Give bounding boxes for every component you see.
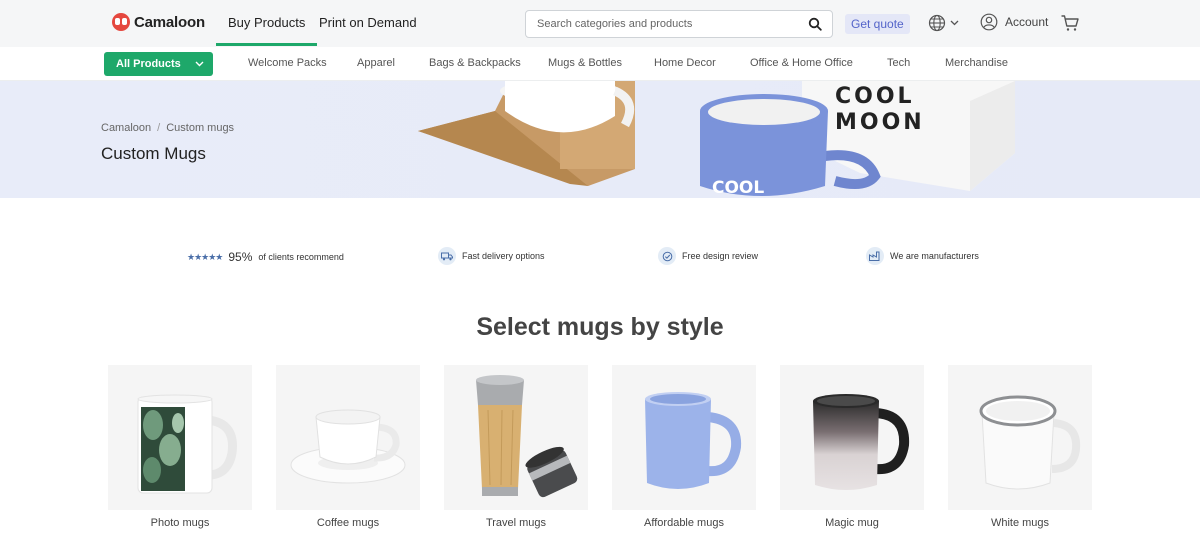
product-card-photo-mugs[interactable] bbox=[108, 365, 252, 510]
coffee-mug-image bbox=[290, 409, 406, 484]
chevron-down-icon bbox=[950, 20, 959, 26]
product-card-white-mugs[interactable] bbox=[948, 365, 1092, 510]
tab-buy-products[interactable]: Buy Products bbox=[215, 15, 318, 46]
hero-image: COOL MOON COOL bbox=[418, 81, 1015, 198]
nav-link-mugs-bottles[interactable]: Mugs & Bottles bbox=[548, 57, 622, 69]
box-brand-top: COOL bbox=[835, 84, 915, 109]
card-label-travel-mugs[interactable]: Travel mugs bbox=[444, 517, 588, 529]
category-nav: All Products Welcome Packs Apparel Bags … bbox=[0, 47, 1200, 81]
breadcrumb-current: Custom mugs bbox=[166, 122, 235, 134]
top-bar: Camaloon Buy Products Print on Demand Ge… bbox=[0, 0, 1200, 47]
manufacturers-feature: We are manufacturers bbox=[866, 247, 979, 265]
search-box bbox=[525, 10, 833, 38]
fast-delivery-feature: Fast delivery options bbox=[438, 247, 545, 265]
affordable-mug-image bbox=[645, 392, 742, 489]
fast-delivery-text: Fast delivery options bbox=[462, 251, 545, 261]
badge-check-icon bbox=[658, 247, 676, 265]
all-products-button[interactable]: All Products bbox=[104, 52, 213, 76]
box-brand-bottom: MOON bbox=[835, 110, 925, 135]
rating-stars: ★★★★★ bbox=[187, 251, 223, 262]
white-mug-image bbox=[979, 395, 1081, 490]
rating-feature: ★★★★★ 95% of clients recommend bbox=[187, 250, 344, 264]
nav-link-tech[interactable]: Tech bbox=[887, 57, 910, 69]
mug-brand: COOL bbox=[712, 178, 764, 198]
nav-link-bags-backpacks[interactable]: Bags & Backpacks bbox=[429, 57, 521, 69]
card-label-magic-mug[interactable]: Magic mug bbox=[780, 517, 924, 529]
language-selector[interactable] bbox=[928, 13, 962, 33]
breadcrumb-home[interactable]: Camaloon bbox=[101, 122, 151, 134]
card-label-affordable-mugs[interactable]: Affordable mugs bbox=[612, 517, 756, 529]
account-link[interactable]: Account bbox=[980, 13, 1048, 31]
rating-text: of clients recommend bbox=[258, 252, 344, 262]
product-card-magic-mug[interactable] bbox=[780, 365, 924, 510]
nav-link-office[interactable]: Office & Home Office bbox=[750, 57, 853, 69]
hero-banner: Camaloon / Custom mugs Custom Mugs COOL MO… bbox=[0, 81, 1200, 198]
card-label-white-mugs[interactable]: White mugs bbox=[948, 517, 1092, 529]
cart-icon[interactable] bbox=[1060, 13, 1080, 33]
account-label: Account bbox=[1005, 15, 1049, 29]
photo-mug-image bbox=[137, 394, 237, 494]
search-input[interactable] bbox=[526, 11, 796, 37]
product-card-coffee-mugs[interactable] bbox=[276, 365, 420, 510]
all-products-label: All Products bbox=[116, 58, 181, 70]
page-title: Custom Mugs bbox=[101, 144, 206, 163]
get-quote-button[interactable]: Get quote bbox=[845, 14, 910, 34]
product-card-travel-mugs[interactable] bbox=[444, 365, 588, 510]
logo-icon bbox=[112, 13, 130, 31]
tab-print-on-demand[interactable]: Print on Demand bbox=[319, 15, 417, 30]
search-icon[interactable] bbox=[808, 17, 822, 31]
section-title: Select mugs by style bbox=[476, 313, 724, 341]
travel-mug-image bbox=[476, 375, 578, 498]
factory-icon bbox=[866, 247, 884, 265]
card-label-coffee-mugs[interactable]: Coffee mugs bbox=[276, 517, 420, 529]
rating-percentage: 95% bbox=[228, 250, 253, 264]
product-card-affordable-mugs[interactable] bbox=[612, 365, 756, 510]
nav-link-welcome-packs[interactable]: Welcome Packs bbox=[248, 57, 327, 69]
manufacturers-text: We are manufacturers bbox=[890, 251, 979, 261]
breadcrumb: Camaloon / Custom mugs bbox=[101, 122, 234, 134]
truck-icon bbox=[438, 247, 456, 265]
card-label-photo-mugs[interactable]: Photo mugs bbox=[108, 517, 252, 529]
logo[interactable]: Camaloon bbox=[112, 13, 205, 31]
chevron-down-icon bbox=[195, 61, 204, 67]
breadcrumb-separator: / bbox=[157, 122, 161, 134]
nav-link-merchandise[interactable]: Merchandise bbox=[945, 57, 1008, 69]
magic-mug-image bbox=[813, 394, 910, 490]
nav-link-home-decor[interactable]: Home Decor bbox=[654, 57, 716, 69]
logo-text: Camaloon bbox=[134, 13, 205, 31]
features-strip: ★★★★★ 95% of clients recommend Fast deli… bbox=[0, 245, 1200, 269]
design-review-feature: Free design review bbox=[658, 247, 758, 265]
nav-link-apparel[interactable]: Apparel bbox=[357, 57, 395, 69]
user-icon bbox=[980, 13, 998, 31]
globe-icon bbox=[928, 14, 946, 32]
design-review-text: Free design review bbox=[682, 251, 759, 261]
